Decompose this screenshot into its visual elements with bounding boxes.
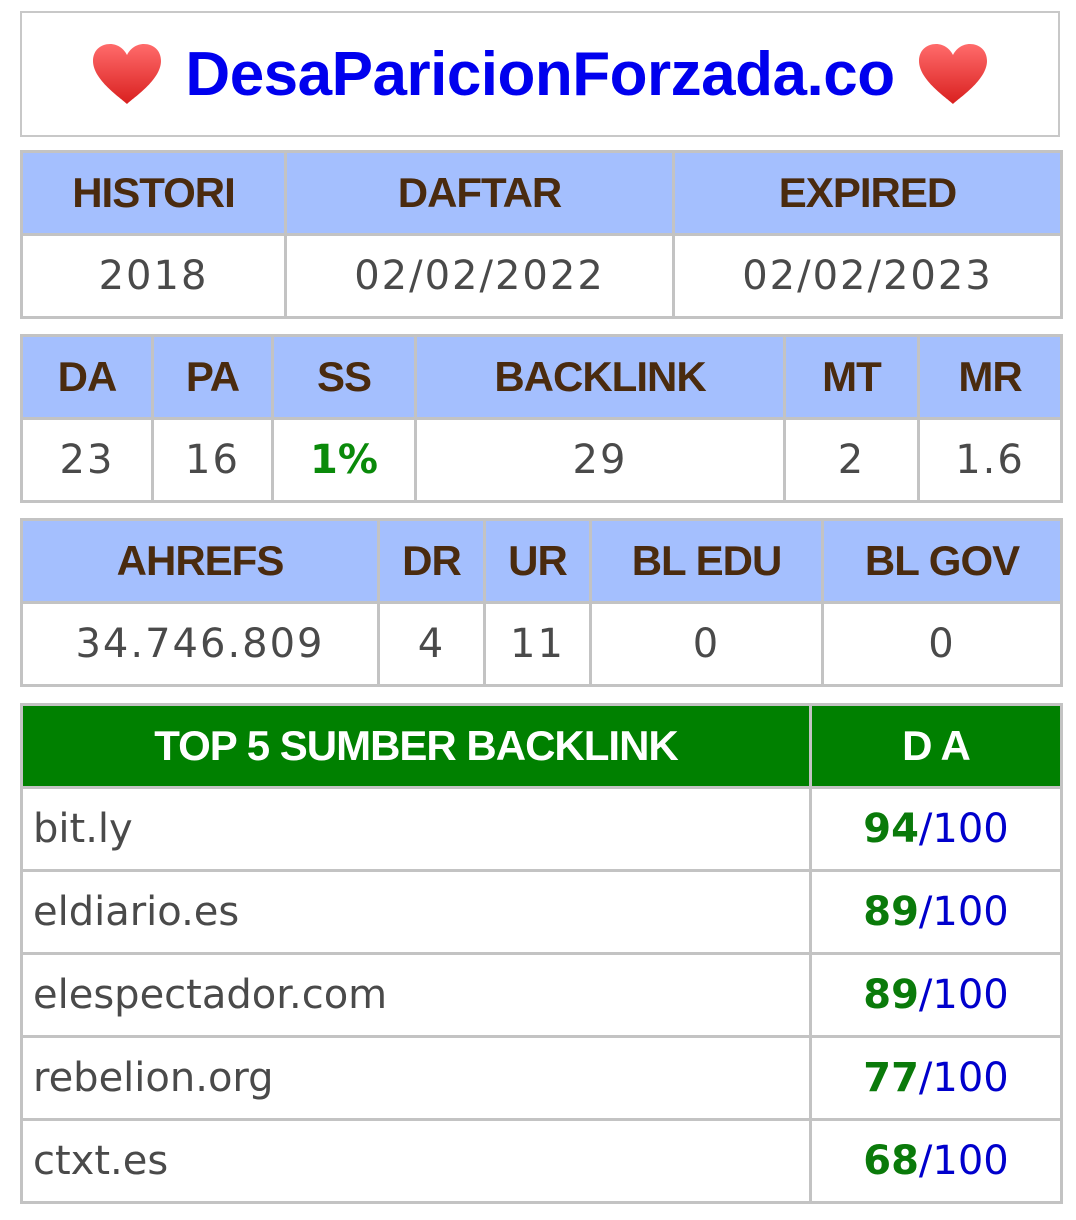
score-separator: / [918, 972, 933, 1018]
value-bl-edu: 0 [589, 601, 824, 687]
value-bl-gov: 0 [821, 601, 1063, 687]
header-bl-edu: BL EDU [589, 518, 824, 604]
value-expired: 02/02/2023 [672, 233, 1063, 319]
site-title: DesaParicionForzada.co [185, 39, 895, 109]
value-ur: 11 [483, 601, 592, 687]
backlink-site: elespectador.com [20, 952, 812, 1038]
header-expired: EXPIRED [672, 150, 1063, 236]
table-row: 23 16 1% 29 2 1.6 [20, 417, 1063, 503]
backlink-site: eldiario.es [20, 869, 812, 955]
table-row: bit.ly 94/100 [20, 786, 1063, 872]
score-value: 68 [863, 1138, 919, 1184]
ahrefs-table-wrap: AHREFS DR UR BL EDU BL GOV 34.746.809 4 … [20, 518, 1063, 687]
value-pa: 16 [151, 417, 274, 503]
value-daftar: 02/02/2022 [284, 233, 675, 319]
top-backlinks-table: TOP 5 SUMBER BACKLINK D A bit.ly 94/100 … [20, 703, 1063, 1204]
header-ss: SS [271, 334, 417, 420]
backlink-site: bit.ly [20, 786, 812, 872]
value-ss: 1% [271, 417, 417, 503]
table-header-row: HISTORI DAFTAR EXPIRED [20, 150, 1063, 236]
score-separator: / [918, 806, 933, 852]
table-row: 34.746.809 4 11 0 0 [20, 601, 1063, 687]
table-row: rebelion.org 77/100 [20, 1035, 1063, 1121]
domain-info-table: HISTORI DAFTAR EXPIRED 2018 02/02/2022 0… [20, 150, 1063, 319]
score-max: 100 [932, 972, 1009, 1018]
score-separator: / [918, 889, 933, 935]
header-dr: DR [377, 518, 486, 604]
score-value: 89 [863, 972, 919, 1018]
header-pa: PA [151, 334, 274, 420]
backlink-score: 77/100 [809, 1035, 1063, 1121]
backlink-score: 89/100 [809, 869, 1063, 955]
value-mt: 2 [783, 417, 920, 503]
score-max: 100 [932, 1055, 1009, 1101]
value-dr: 4 [377, 601, 486, 687]
score-value: 94 [863, 806, 919, 852]
table-header-row: DA PA SS BACKLINK MT MR [20, 334, 1063, 420]
backlink-score: 89/100 [809, 952, 1063, 1038]
value-mr: 1.6 [917, 417, 1063, 503]
header-mt: MT [783, 334, 920, 420]
value-da: 23 [20, 417, 154, 503]
score-max: 100 [932, 1138, 1009, 1184]
table-row: 2018 02/02/2022 02/02/2023 [20, 233, 1063, 319]
domain-info-table-wrap: HISTORI DAFTAR EXPIRED 2018 02/02/2022 0… [20, 150, 1063, 319]
heart-icon [918, 44, 987, 104]
heart-icon [93, 44, 162, 104]
header-bl-gov: BL GOV [821, 518, 1063, 604]
moz-metrics-table: DA PA SS BACKLINK MT MR 23 16 1% 29 2 1.… [20, 334, 1063, 503]
backlink-site: rebelion.org [20, 1035, 812, 1121]
title-banner: DesaParicionForzada.co [20, 11, 1060, 137]
header-mr: MR [917, 334, 1063, 420]
backlink-score: 94/100 [809, 786, 1063, 872]
score-separator: / [918, 1055, 933, 1101]
score-value: 89 [863, 889, 919, 935]
table-header-row: TOP 5 SUMBER BACKLINK D A [20, 703, 1063, 789]
top-backlinks-table-wrap: TOP 5 SUMBER BACKLINK D A bit.ly 94/100 … [20, 703, 1063, 1204]
table-header-row: AHREFS DR UR BL EDU BL GOV [20, 518, 1063, 604]
backlink-site: ctxt.es [20, 1118, 812, 1204]
header-ahrefs: AHREFS [20, 518, 380, 604]
header-histori: HISTORI [20, 150, 287, 236]
table-row: eldiario.es 89/100 [20, 869, 1063, 955]
score-max: 100 [932, 806, 1009, 852]
header-da: D A [809, 703, 1063, 789]
header-daftar: DAFTAR [284, 150, 675, 236]
value-backlink: 29 [414, 417, 786, 503]
moz-metrics-table-wrap: DA PA SS BACKLINK MT MR 23 16 1% 29 2 1.… [20, 334, 1063, 503]
value-ahrefs: 34.746.809 [20, 601, 380, 687]
score-value: 77 [863, 1055, 919, 1101]
score-separator: / [918, 1138, 933, 1184]
header-ur: UR [483, 518, 592, 604]
header-top-sources: TOP 5 SUMBER BACKLINK [20, 703, 812, 789]
header-backlink: BACKLINK [414, 334, 786, 420]
value-histori: 2018 [20, 233, 287, 319]
header-da: DA [20, 334, 154, 420]
ahrefs-table: AHREFS DR UR BL EDU BL GOV 34.746.809 4 … [20, 518, 1063, 687]
table-row: elespectador.com 89/100 [20, 952, 1063, 1038]
score-max: 100 [932, 889, 1009, 935]
table-row: ctxt.es 68/100 [20, 1118, 1063, 1204]
backlink-score: 68/100 [809, 1118, 1063, 1204]
